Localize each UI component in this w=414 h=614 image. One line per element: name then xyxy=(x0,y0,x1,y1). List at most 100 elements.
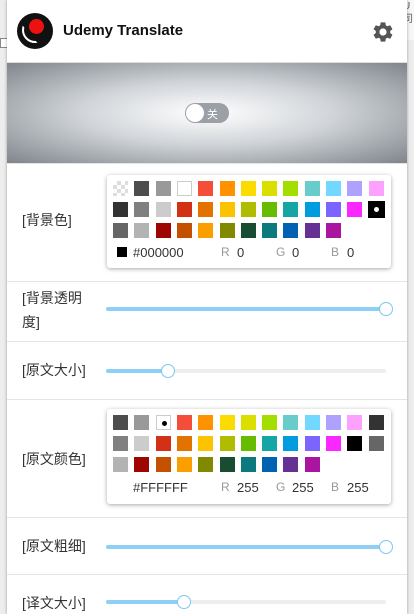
color-swatch[interactable] xyxy=(304,457,320,472)
color-swatch[interactable] xyxy=(176,202,192,217)
color-swatch[interactable] xyxy=(155,415,171,430)
color-swatch[interactable] xyxy=(347,202,363,217)
color-swatch[interactable] xyxy=(113,181,128,196)
color-swatch[interactable] xyxy=(219,457,235,472)
color-swatch[interactable] xyxy=(326,202,341,217)
font-weight-slider[interactable] xyxy=(106,540,393,554)
bg-r-input[interactable]: 0 xyxy=(237,245,244,260)
color-swatch[interactable] xyxy=(113,202,128,217)
color-swatch[interactable] xyxy=(155,457,171,472)
color-swatch[interactable] xyxy=(240,436,256,451)
color-swatch[interactable] xyxy=(240,181,256,196)
color-swatch[interactable] xyxy=(240,415,256,430)
color-swatch[interactable] xyxy=(219,436,235,451)
font-color-picker: #FFFFFF R 255 G 255 B 255 xyxy=(107,409,391,504)
color-swatch[interactable] xyxy=(262,223,278,238)
color-swatch[interactable] xyxy=(113,415,128,430)
font-g-input[interactable]: 255 xyxy=(292,480,314,495)
color-swatch[interactable] xyxy=(262,457,278,472)
color-swatch[interactable] xyxy=(176,223,192,238)
color-swatch[interactable] xyxy=(368,436,384,451)
color-swatch[interactable] xyxy=(198,415,214,430)
color-swatch[interactable] xyxy=(219,202,235,217)
translation-size-slider[interactable] xyxy=(106,595,386,609)
color-swatch[interactable] xyxy=(367,201,385,218)
color-swatch[interactable] xyxy=(304,223,320,238)
color-swatch[interactable] xyxy=(198,436,214,451)
color-swatch[interactable] xyxy=(155,223,171,238)
slider-thumb[interactable] xyxy=(160,364,175,378)
bg-hex-input[interactable]: #000000 xyxy=(133,245,184,260)
color-swatch[interactable] xyxy=(283,436,299,451)
color-swatch[interactable] xyxy=(198,202,214,217)
color-swatch[interactable] xyxy=(262,181,278,196)
color-swatch[interactable] xyxy=(134,223,150,238)
color-swatch[interactable] xyxy=(283,415,299,430)
color-swatch[interactable] xyxy=(347,415,363,430)
color-swatch[interactable] xyxy=(283,457,299,472)
color-swatch[interactable] xyxy=(347,436,363,451)
color-swatch[interactable] xyxy=(155,436,171,451)
color-swatch[interactable] xyxy=(304,436,320,451)
color-swatch[interactable] xyxy=(113,436,128,451)
settings-gear-icon[interactable] xyxy=(371,20,395,44)
color-swatch[interactable] xyxy=(219,223,235,238)
slider-thumb[interactable] xyxy=(379,540,393,554)
color-swatch[interactable] xyxy=(304,415,320,430)
color-swatch[interactable] xyxy=(368,181,384,196)
color-swatch[interactable] xyxy=(155,202,171,217)
font-b-input[interactable]: 255 xyxy=(347,480,369,495)
slider-thumb[interactable] xyxy=(177,595,192,609)
slider-fill xyxy=(106,600,185,604)
color-swatch[interactable] xyxy=(240,223,256,238)
color-swatch[interactable] xyxy=(134,415,150,430)
color-swatch[interactable] xyxy=(283,202,299,217)
color-swatch[interactable] xyxy=(134,181,150,196)
toggle-label: 关 xyxy=(207,109,218,121)
color-swatch[interactable] xyxy=(283,223,299,238)
color-swatch[interactable] xyxy=(368,415,384,430)
color-swatch[interactable] xyxy=(240,202,256,217)
bg-g-input[interactable]: 0 xyxy=(292,245,299,260)
font-size-slider[interactable] xyxy=(106,364,386,378)
color-swatch[interactable] xyxy=(113,457,128,472)
color-swatch[interactable] xyxy=(240,457,256,472)
color-swatch[interactable] xyxy=(176,181,192,196)
color-swatch[interactable] xyxy=(347,181,363,196)
color-swatch[interactable] xyxy=(134,436,150,451)
toggle-knob xyxy=(186,104,204,122)
color-swatch[interactable] xyxy=(155,181,171,196)
color-swatch[interactable] xyxy=(113,223,128,238)
slider-thumb[interactable] xyxy=(379,302,393,316)
color-swatch[interactable] xyxy=(326,415,341,430)
color-swatch[interactable] xyxy=(219,415,235,430)
bg-b-key: B xyxy=(331,245,340,259)
color-swatch[interactable] xyxy=(283,181,299,196)
setting-row-translation-size: [译文大小] xyxy=(7,574,407,614)
color-swatch[interactable] xyxy=(262,202,278,217)
color-swatch[interactable] xyxy=(326,436,341,451)
color-swatch[interactable] xyxy=(198,181,214,196)
color-swatch[interactable] xyxy=(326,181,341,196)
color-swatch[interactable] xyxy=(134,202,150,217)
bg-b-input[interactable]: 0 xyxy=(347,245,354,260)
translate-toggle[interactable]: 关 xyxy=(185,103,229,123)
color-swatch[interactable] xyxy=(262,436,278,451)
color-swatch[interactable] xyxy=(176,436,192,451)
bg-opacity-label: [背景透明 度] xyxy=(22,286,82,334)
color-swatch[interactable] xyxy=(198,223,214,238)
color-swatch[interactable] xyxy=(198,457,214,472)
color-swatch[interactable] xyxy=(134,457,150,472)
setting-row-bg-opacity: [背景透明 度] xyxy=(7,281,407,341)
color-swatch[interactable] xyxy=(304,202,320,217)
color-swatch[interactable] xyxy=(219,181,235,196)
font-r-input[interactable]: 255 xyxy=(237,480,259,495)
color-swatch[interactable] xyxy=(176,415,192,430)
color-swatch[interactable] xyxy=(176,457,192,472)
color-swatch[interactable] xyxy=(262,415,278,430)
slider-fill xyxy=(106,307,386,311)
font-hex-input[interactable]: #FFFFFF xyxy=(133,480,188,495)
color-swatch[interactable] xyxy=(326,223,341,238)
color-swatch[interactable] xyxy=(304,181,320,196)
bg-opacity-slider[interactable] xyxy=(106,302,393,316)
